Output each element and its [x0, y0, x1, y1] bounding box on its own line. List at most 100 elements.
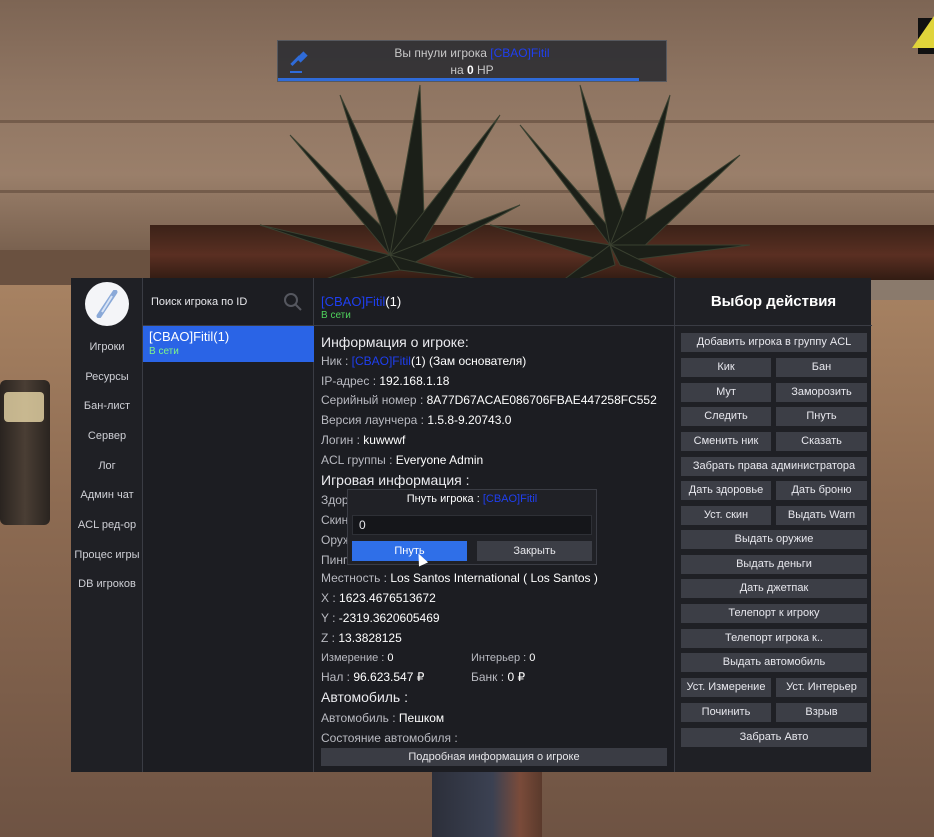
player-header-name: [CBAO]Fitil(1) [321, 294, 401, 309]
sidebar-item-acl-editor[interactable]: ACL ред-ор [71, 519, 143, 531]
set-interior-button[interactable]: Уст. Интерьер [776, 678, 867, 697]
player-name: [CBAO]Fitil(1) [149, 329, 230, 344]
bank-value: 0 ₽ [507, 670, 526, 684]
cash-row: Нал : 96.623.547 ₽ [321, 670, 424, 684]
nick-value: (1) (Зам основателя) [410, 354, 527, 368]
x-row: X : 1623.4676513672 [321, 591, 436, 605]
give-jetpack-button[interactable]: Дать джетпак [681, 579, 867, 598]
notification-progress-bar [278, 78, 639, 81]
dimension-label: Измерение : [321, 652, 388, 664]
set-dimension-button[interactable]: Уст. Измерение [681, 678, 771, 697]
vehicle-label: Автомобиль : [321, 711, 399, 725]
repair-button[interactable]: Починить [681, 703, 771, 722]
vehicle-state-label: Состояние автомобиля : [321, 731, 458, 745]
acl-row: ACL группы : Everyone Admin [321, 453, 483, 467]
take-admin-button[interactable]: Забрать права администратора [681, 457, 867, 476]
give-armor-button[interactable]: Дать броню [776, 481, 867, 500]
vehicle-value: Пешком [398, 711, 445, 725]
bank-label: Банк : [471, 670, 508, 684]
player-list: Поиск игрока по ID [CBAO]Fitil(1) В сети [143, 278, 314, 772]
x-value: 1623.4676513672 [339, 591, 436, 605]
sidebar-item-game-process[interactable]: Процес игры [71, 549, 143, 561]
player-search[interactable]: Поиск игрока по ID [143, 278, 314, 326]
search-label: Поиск игрока по ID [151, 296, 248, 308]
vehicle-row: Автомобиль : Пешком [321, 711, 444, 725]
give-warn-button[interactable]: Выдать Warn [776, 506, 867, 525]
cash-value: 96.623.547 ₽ [353, 670, 425, 684]
kick-button[interactable]: Кик [681, 358, 771, 377]
login-label: Логин : [321, 433, 364, 447]
player-header-status: В сети [321, 310, 351, 321]
spectate-button[interactable]: Следить [681, 407, 771, 426]
player-list-item[interactable]: [CBAO]Fitil(1) В сети [143, 326, 314, 362]
acl-label: ACL группы : [321, 453, 396, 467]
dialog-title: Пнуть игрока : [CBAO]Fitil [348, 493, 596, 505]
palm-plants [259, 84, 750, 291]
dialog-close-button[interactable]: Закрыть [477, 541, 592, 561]
sidebar-item-log[interactable]: Лог [71, 460, 143, 472]
serial-value: 8A77D67ACAE086706FBAE447258FC552 [426, 393, 657, 407]
give-money-button[interactable]: Выдать деньги [681, 555, 867, 574]
blow-button[interactable]: Взрыв [776, 703, 867, 722]
skin-row: Скин [321, 513, 348, 527]
nick-label: Ник : [321, 354, 352, 368]
player-status: В сети [149, 346, 179, 357]
dimension-value: 0 [387, 652, 394, 664]
set-skin-button[interactable]: Уст. скин [681, 506, 771, 525]
dimension-row: Измерение : 0 [321, 652, 394, 664]
notification-player: [CBAO]Fitil [490, 46, 550, 60]
dialog-title-text: Пнуть игрока : [406, 493, 483, 505]
player-header: [CBAO]Fitil(1) В сети [314, 278, 674, 326]
sidebar-item-player-db[interactable]: DB игроков [71, 578, 143, 590]
login-value: kuwwwf [363, 433, 406, 447]
give-weapon-button[interactable]: Выдать оружие [681, 530, 867, 549]
health-label: Здор [321, 493, 349, 507]
launcher-row: Версия лаунчера : 1.5.8-9.20743.0 [321, 413, 511, 427]
give-vehicle-button[interactable]: Выдать автомобиль [681, 653, 867, 672]
slap-button[interactable]: Пнуть [776, 407, 867, 426]
slap-amount-input[interactable] [352, 515, 592, 535]
ban-button[interactable]: Бан [776, 358, 867, 377]
sidebar-item-admin-chat[interactable]: Админ чат [71, 489, 143, 501]
ping-label: Пинг [321, 553, 348, 567]
give-health-button[interactable]: Дать здоровье [681, 481, 771, 500]
location-row: Местность : Los Santos International ( L… [321, 571, 598, 585]
ping-row: Пинг [321, 553, 347, 567]
y-label: Y : [321, 611, 339, 625]
sidebar-item-players[interactable]: Игроки [71, 341, 143, 353]
nick-tag: [CBAO]Fitil [351, 354, 411, 368]
sidebar-item-server[interactable]: Сервер [71, 430, 143, 442]
skin-label: Скин [321, 513, 349, 527]
logo-icon [96, 290, 118, 318]
actions-title: Выбор действия [675, 278, 872, 326]
say-button[interactable]: Сказать [776, 432, 867, 451]
add-acl-button[interactable]: Добавить игрока в группу ACL [681, 333, 867, 352]
y-value: -2319.3620605469 [338, 611, 440, 625]
x-label: X : [321, 591, 340, 605]
player-character [432, 770, 542, 837]
launcher-value: 1.5.8-9.20743.0 [427, 413, 512, 427]
player-header-id: (1) [385, 294, 402, 309]
player-details-button[interactable]: Подробная информация о игроке [321, 748, 667, 766]
teleport-player-to-button[interactable]: Телепорт игрока к.. [681, 629, 867, 648]
login-row: Логин : kuwwwf [321, 433, 405, 447]
interior-row: Интерьер : 0 [471, 652, 535, 664]
freeze-button[interactable]: Заморозить [776, 383, 867, 402]
search-icon[interactable] [283, 292, 303, 312]
sidebar-item-banlist[interactable]: Бан-лист [71, 400, 143, 412]
slap-confirm-button[interactable]: Пнуть [352, 541, 467, 561]
y-row: Y : -2319.3620605469 [321, 611, 440, 625]
location-value: Los Santos International ( Los Santos ) [390, 571, 598, 585]
interior-value: 0 [529, 652, 536, 664]
slap-dialog: Пнуть игрока : [CBAO]Fitil Пнуть Закрыть [347, 489, 597, 565]
take-vehicle-button[interactable]: Забрать Авто [681, 728, 867, 747]
launcher-label: Версия лаунчера : [321, 413, 428, 427]
logo [85, 282, 129, 326]
change-nick-button[interactable]: Сменить ник [681, 432, 771, 451]
sidebar-item-resources[interactable]: Ресурсы [71, 371, 143, 383]
teleport-to-player-button[interactable]: Телепорт к игроку [681, 604, 867, 623]
mute-button[interactable]: Мут [681, 383, 771, 402]
location-label: Местность : [321, 571, 391, 585]
notification-line-2: на 0 HP [278, 63, 666, 77]
notification-hp-unit: HP [473, 63, 494, 77]
